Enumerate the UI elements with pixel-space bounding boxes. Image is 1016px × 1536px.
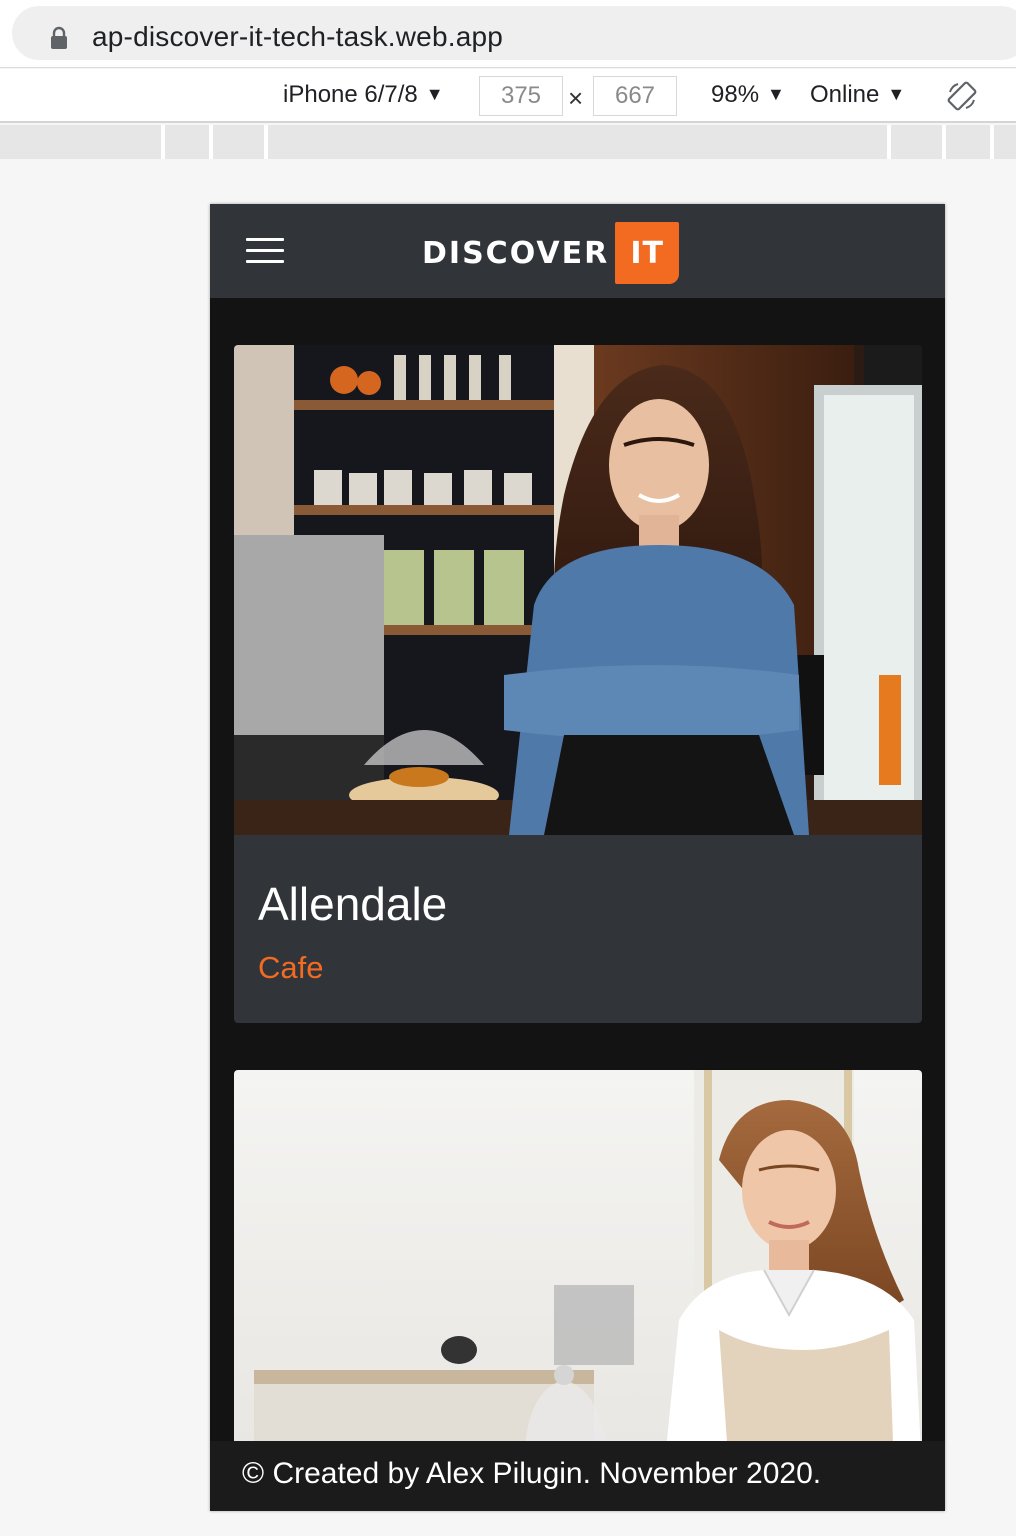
device-select[interactable]: iPhone 6/7/8 ▼ (283, 81, 444, 109)
times-icon: × (568, 83, 584, 113)
device-toolbar: iPhone 6/7/8 ▼ 375 × 667 98% ▼ Online ▼ (0, 69, 1016, 123)
browser-url-bar: ap-discover-it-tech-task.web.app (0, 0, 1016, 68)
width-input[interactable]: 375 (479, 76, 563, 116)
device-viewport: DISCOVER IT Allendale Cafe © Created by … (210, 204, 945, 1511)
place-card[interactable]: Allendale Cafe (234, 345, 922, 1023)
zoom-select[interactable]: 98% ▼ (711, 81, 785, 109)
footer-text: © Created by Alex Pilugin. November 2020… (242, 1457, 822, 1490)
caret-down-icon: ▼ (767, 84, 785, 104)
height-input[interactable]: 667 (593, 76, 677, 116)
rotate-icon[interactable] (946, 80, 978, 112)
lock-icon (51, 26, 67, 49)
ruler-divider (887, 125, 891, 159)
cafe-photo (234, 345, 922, 835)
network-select[interactable]: Online ▼ (810, 81, 905, 109)
logo-accent: IT (615, 222, 680, 284)
ruler-divider (161, 125, 165, 159)
ruler-divider (990, 125, 994, 159)
card-category: Cafe (258, 950, 324, 985)
url-text[interactable]: ap-discover-it-tech-task.web.app (92, 21, 503, 53)
cafe-photo (234, 1070, 922, 1470)
ruler-divider (209, 125, 213, 159)
menu-icon[interactable] (246, 238, 284, 264)
zoom-label: 98% (711, 81, 760, 108)
ruler-divider (264, 125, 268, 159)
media-query-ruler[interactable] (0, 125, 1016, 159)
network-label: Online (810, 81, 880, 108)
device-label: iPhone 6/7/8 (283, 81, 418, 108)
app-header: DISCOVER IT (210, 204, 945, 298)
logo-word: DISCOVER (422, 235, 610, 271)
card-title: Allendale (258, 878, 448, 930)
place-card[interactable] (234, 1070, 922, 1470)
caret-down-icon: ▼ (425, 84, 444, 104)
logo[interactable]: DISCOVER IT (422, 222, 680, 284)
address-field[interactable]: ap-discover-it-tech-task.web.app (12, 6, 1016, 60)
ruler-divider (942, 125, 946, 159)
footer: © Created by Alex Pilugin. November 2020… (210, 1441, 945, 1511)
caret-down-icon: ▼ (887, 84, 906, 104)
